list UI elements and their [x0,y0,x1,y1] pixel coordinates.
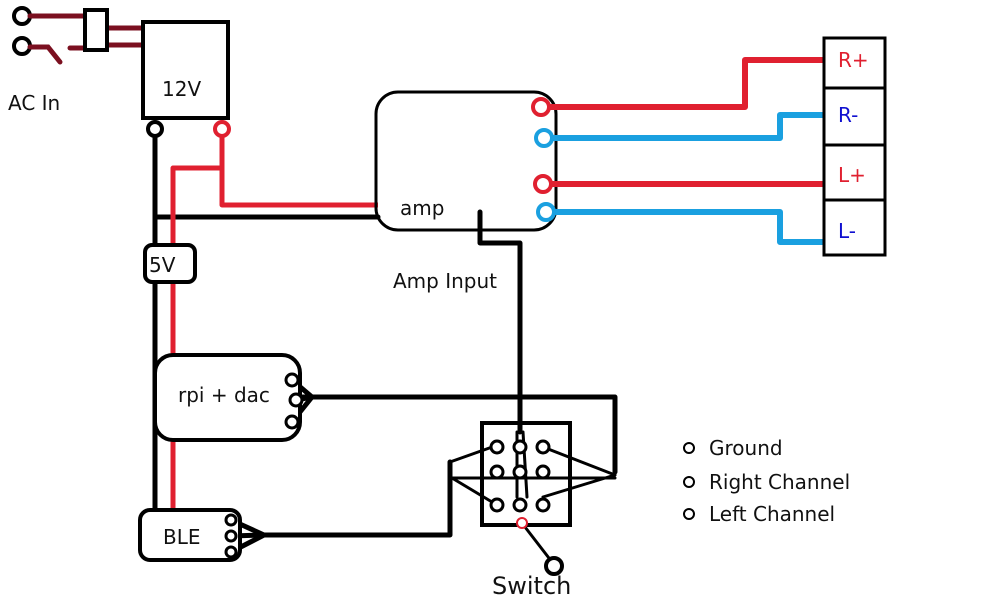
ac-input: AC In [8,6,151,115]
ac-in-label: AC In [8,91,60,115]
terminal-l-plus: L+ [838,163,866,187]
fuse [83,8,109,52]
switch-wires [448,430,617,564]
switch: Switch [480,421,572,600]
amp-label: amp [400,196,444,220]
switch-label: Switch [492,572,571,600]
psu-positive-terminal [213,120,231,138]
rpi-dac-label: rpi + dac [178,383,270,407]
amp-input-label: Amp Input [393,269,497,293]
psu-12v-label: 12V [162,77,201,101]
terminal-l-minus: L- [838,219,856,243]
switch-pins [489,439,551,513]
regulator-5v-label: 5V [149,253,176,277]
amp-output-terminals [531,97,556,222]
power-wires [170,136,378,511]
wiring-diagram: AC In 12V 5V rpi + dac BLE amp Amp Input… [0,0,991,609]
ble-label: BLE [163,525,201,549]
legend-left-channel: Left Channel [709,502,835,526]
terminal-r-minus: R- [838,103,858,127]
speaker-wires [549,57,826,245]
terminal-r-plus: R+ [838,48,869,72]
legend: Ground Right Channel Left Channel [683,436,850,526]
diagram-canvas: AC In 12V 5V rpi + dac BLE amp Amp Input… [8,6,887,600]
speaker-terminal-block: R+ R- L+ L- [822,36,887,257]
legend-right-channel: Right Channel [709,470,850,494]
ble-pins [224,513,238,559]
psu-ground-terminal [146,120,164,138]
psu-12v-box [141,20,230,120]
legend-ground: Ground [709,436,783,460]
